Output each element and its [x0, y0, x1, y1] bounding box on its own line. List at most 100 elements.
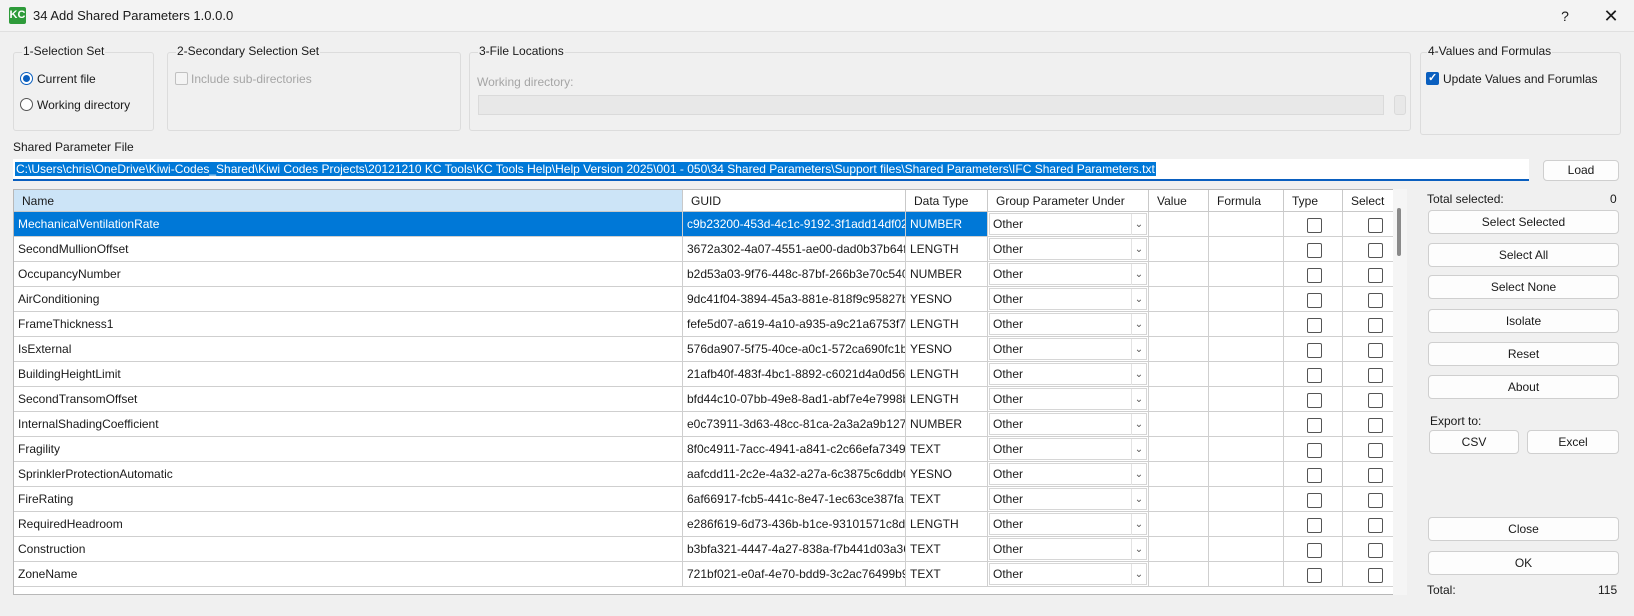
cell-type[interactable]: TEXT: [906, 487, 988, 512]
cell-guid[interactable]: 3672a302-4a07-4551-ae00-dad0b37b64f5: [683, 237, 906, 262]
group-parameter-dropdown[interactable]: Other ⌄: [989, 538, 1147, 560]
select-checkbox[interactable]: [1368, 218, 1383, 233]
cell-guid[interactable]: 721bf021-e0af-4e70-bdd9-3c2ac76499b9: [683, 562, 906, 587]
cell-guid[interactable]: 576da907-5f75-40ce-a0c1-572ca690fc1b: [683, 337, 906, 362]
select-selected-button[interactable]: Select Selected: [1428, 210, 1619, 234]
about-button[interactable]: About: [1428, 375, 1619, 399]
group-parameter-dropdown[interactable]: Other ⌄: [989, 463, 1147, 485]
cell-name[interactable]: MechanicalVentilationRate: [14, 212, 683, 237]
cell-value[interactable]: [1149, 462, 1209, 487]
cell-type[interactable]: LENGTH: [906, 362, 988, 387]
table-row[interactable]: InternalShadingCoefficient e0c73911-3d63-…: [14, 412, 1405, 437]
type-checkbox[interactable]: [1307, 243, 1322, 258]
table-row[interactable]: MechanicalVentilationRate c9b23200-453d-4…: [14, 212, 1405, 237]
cell-guid[interactable]: fefe5d07-a619-4a10-a935-a9c21a6753f7: [683, 312, 906, 337]
cell-formula[interactable]: [1209, 537, 1284, 562]
help-button[interactable]: ?: [1550, 6, 1580, 26]
cell-value[interactable]: [1149, 237, 1209, 262]
cell-value[interactable]: [1149, 537, 1209, 562]
cell-value[interactable]: [1149, 412, 1209, 437]
table-row[interactable]: FrameThickness1 fefe5d07-a619-4a10-a935-a…: [14, 312, 1405, 337]
column-header-formula[interactable]: Formula: [1209, 190, 1284, 212]
cell-type[interactable]: LENGTH: [906, 237, 988, 262]
table-row[interactable]: ZoneName 721bf021-e0af-4e70-bdd9-3c2ac764…: [14, 562, 1405, 587]
cell-guid[interactable]: 21afb40f-483f-4bc1-8892-c6021d4a0d56: [683, 362, 906, 387]
cell-type[interactable]: TEXT: [906, 437, 988, 462]
chevron-down-icon[interactable]: ⌄: [1131, 439, 1146, 460]
chevron-down-icon[interactable]: ⌄: [1131, 264, 1146, 285]
cell-name[interactable]: RequiredHeadroom: [14, 512, 683, 537]
column-header-guid[interactable]: GUID: [683, 190, 906, 212]
column-header-group[interactable]: Group Parameter Under: [988, 190, 1149, 212]
column-header-data-type[interactable]: Data Type: [906, 190, 988, 212]
chevron-down-icon[interactable]: ⌄: [1131, 464, 1146, 485]
select-checkbox[interactable]: [1368, 443, 1383, 458]
include-subdirectories-checkbox[interactable]: [175, 72, 188, 85]
table-row[interactable]: BuildingHeightLimit 21afb40f-483f-4bc1-88…: [14, 362, 1405, 387]
select-checkbox[interactable]: [1368, 543, 1383, 558]
export-excel-button[interactable]: Excel: [1527, 430, 1619, 454]
chevron-down-icon[interactable]: ⌄: [1131, 214, 1146, 235]
select-none-button[interactable]: Select None: [1428, 275, 1619, 299]
cell-formula[interactable]: [1209, 337, 1284, 362]
table-row[interactable]: Fragility 8f0c4911-7acc-4941-a841-c2c66ef…: [14, 437, 1405, 462]
cell-guid[interactable]: 9dc41f04-3894-45a3-881e-818f9c95827b: [683, 287, 906, 312]
select-checkbox[interactable]: [1368, 343, 1383, 358]
cell-formula[interactable]: [1209, 262, 1284, 287]
type-checkbox[interactable]: [1307, 293, 1322, 308]
column-header-value[interactable]: Value: [1149, 190, 1209, 212]
group-parameter-dropdown[interactable]: Other ⌄: [989, 513, 1147, 535]
group-parameter-dropdown[interactable]: Other ⌄: [989, 388, 1147, 410]
table-row[interactable]: OccupancyNumber b2d53a03-9f76-448c-87bf-2…: [14, 262, 1405, 287]
type-checkbox[interactable]: [1307, 518, 1322, 533]
cell-formula[interactable]: [1209, 312, 1284, 337]
cell-value[interactable]: [1149, 287, 1209, 312]
cell-formula[interactable]: [1209, 437, 1284, 462]
close-button[interactable]: Close: [1428, 517, 1619, 541]
cell-value[interactable]: [1149, 562, 1209, 587]
type-checkbox[interactable]: [1307, 443, 1322, 458]
chevron-down-icon[interactable]: ⌄: [1131, 314, 1146, 335]
cell-value[interactable]: [1149, 337, 1209, 362]
cell-formula[interactable]: [1209, 462, 1284, 487]
cell-name[interactable]: BuildingHeightLimit: [14, 362, 683, 387]
chevron-down-icon[interactable]: ⌄: [1131, 239, 1146, 260]
chevron-down-icon[interactable]: ⌄: [1131, 389, 1146, 410]
cell-formula[interactable]: [1209, 287, 1284, 312]
cell-guid[interactable]: e0c73911-3d63-48cc-81ca-2a3a2a9b127a: [683, 412, 906, 437]
group-parameter-dropdown[interactable]: Other ⌄: [989, 488, 1147, 510]
table-row[interactable]: IsExternal 576da907-5f75-40ce-a0c1-572ca6…: [14, 337, 1405, 362]
cell-name[interactable]: Construction: [14, 537, 683, 562]
group-parameter-dropdown[interactable]: Other ⌄: [989, 238, 1147, 260]
table-row[interactable]: Construction b3bfa321-4447-4a27-838a-f7b4…: [14, 537, 1405, 562]
table-row[interactable]: SecondMullionOffset 3672a302-4a07-4551-ae…: [14, 237, 1405, 262]
type-checkbox[interactable]: [1307, 393, 1322, 408]
cell-type[interactable]: YESNO: [906, 337, 988, 362]
cell-type[interactable]: TEXT: [906, 562, 988, 587]
cell-type[interactable]: NUMBER: [906, 412, 988, 437]
table-scrollbar-thumb[interactable]: [1397, 208, 1401, 256]
export-csv-button[interactable]: CSV: [1429, 430, 1519, 454]
cell-formula[interactable]: [1209, 412, 1284, 437]
select-all-button[interactable]: Select All: [1428, 243, 1619, 267]
cell-guid[interactable]: 8f0c4911-7acc-4941-a841-c2c66efa7349: [683, 437, 906, 462]
cell-guid[interactable]: 6af66917-fcb5-441c-8e47-1ec63ce387fa: [683, 487, 906, 512]
chevron-down-icon[interactable]: ⌄: [1131, 289, 1146, 310]
cell-type[interactable]: TEXT: [906, 537, 988, 562]
type-checkbox[interactable]: [1307, 468, 1322, 483]
cell-type[interactable]: NUMBER: [906, 262, 988, 287]
cell-guid[interactable]: b2d53a03-9f76-448c-87bf-266b3e70c540: [683, 262, 906, 287]
select-checkbox[interactable]: [1368, 368, 1383, 383]
type-checkbox[interactable]: [1307, 268, 1322, 283]
working-directory-radio[interactable]: [20, 98, 33, 111]
table-row[interactable]: SprinklerProtectionAutomatic aafcdd11-2c2…: [14, 462, 1405, 487]
chevron-down-icon[interactable]: ⌄: [1131, 539, 1146, 560]
select-checkbox[interactable]: [1368, 393, 1383, 408]
table-row[interactable]: SecondTransomOffset bfd44c10-07bb-49e8-8a…: [14, 387, 1405, 412]
type-checkbox[interactable]: [1307, 493, 1322, 508]
close-window-button[interactable]: ✕: [1596, 5, 1626, 27]
group-parameter-dropdown[interactable]: Other ⌄: [989, 313, 1147, 335]
browse-directory-button[interactable]: [1394, 95, 1406, 115]
cell-type[interactable]: YESNO: [906, 287, 988, 312]
cell-guid[interactable]: aafcdd11-2c2e-4a32-a27a-6c3875c6ddb0: [683, 462, 906, 487]
